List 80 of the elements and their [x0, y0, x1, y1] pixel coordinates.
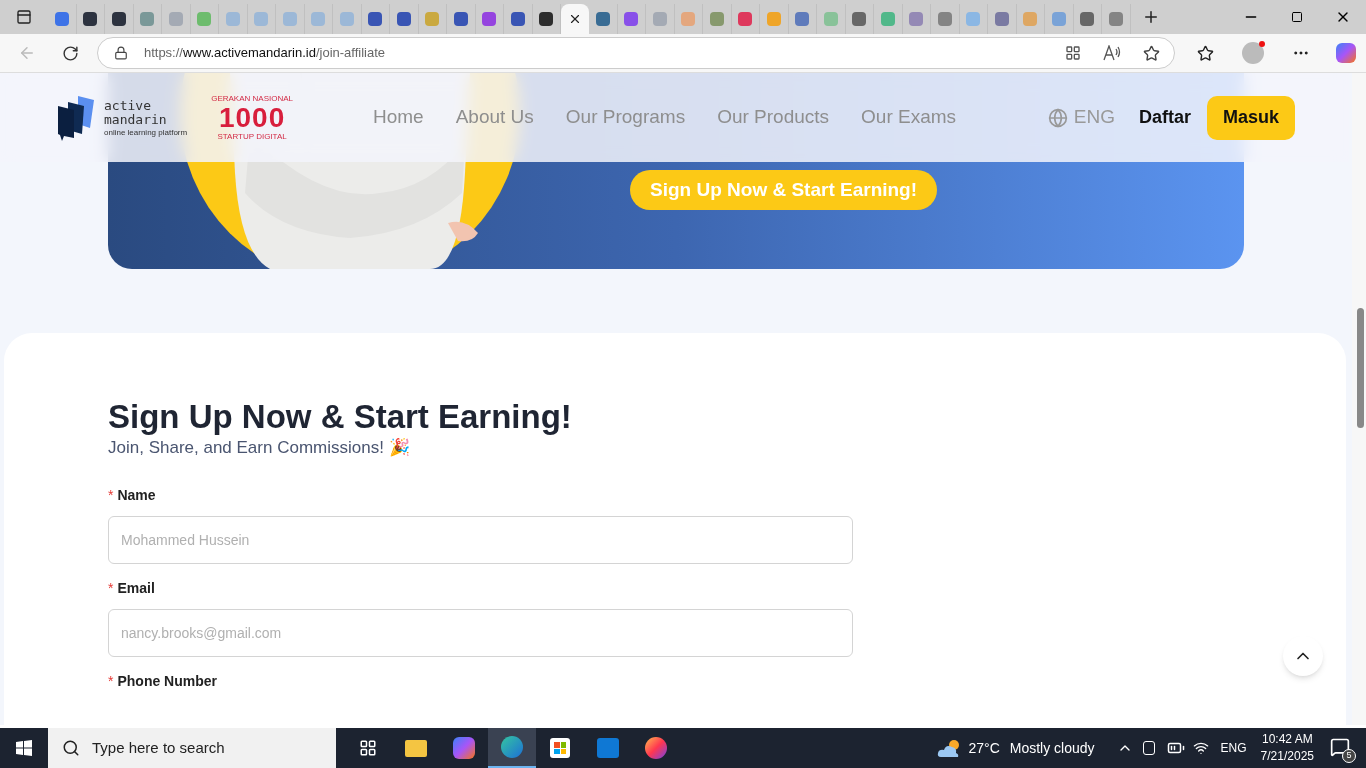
- favicon-icon: [795, 12, 810, 26]
- favicon-icon: [909, 12, 924, 26]
- favicon-icon: [54, 12, 69, 26]
- favicon-icon: [738, 12, 753, 26]
- required-marker: *: [108, 672, 114, 691]
- favicon-icon: [852, 12, 867, 26]
- favicon-icon: [1108, 12, 1123, 26]
- notification-count: 5: [1342, 749, 1356, 763]
- logo-text: active: [104, 98, 152, 113]
- taskbar-search-field[interactable]: Type here to search: [48, 728, 336, 768]
- reload-icon[interactable]: [61, 44, 79, 62]
- favicon-icon: [368, 12, 383, 26]
- favicon-icon: [1051, 12, 1066, 26]
- badge-caption: STARTUP DIGITAL: [217, 132, 287, 141]
- input-language[interactable]: ENG: [1220, 739, 1247, 757]
- apps-icon[interactable]: [1065, 45, 1082, 61]
- lock-icon: [113, 46, 128, 60]
- field-label: Name: [117, 486, 156, 505]
- favicon-icon: [823, 12, 838, 26]
- input-field[interactable]: nancy.brooks@gmail.com: [108, 609, 853, 657]
- favicon-icon: [966, 12, 981, 26]
- required-marker: *: [108, 486, 114, 505]
- logo-icon: [56, 93, 96, 142]
- favicon-icon: [880, 12, 895, 26]
- read-aloud-icon[interactable]: [1103, 45, 1122, 61]
- favicon-icon: [225, 12, 240, 26]
- favicon-icon: [254, 12, 269, 26]
- restore-icon[interactable]: [1291, 11, 1303, 23]
- logo-text: mandarin: [104, 112, 168, 127]
- favicon-icon: [994, 12, 1009, 26]
- form-subtitle: Join, Share, and Earn Commissions! 🎉: [108, 437, 411, 459]
- favicon-icon: [453, 12, 468, 26]
- weather-text: Mostly cloudy: [1009, 738, 1095, 758]
- wifi-icon[interactable]: [1192, 740, 1209, 756]
- favicon-icon: [937, 12, 952, 26]
- favicon-icon: [282, 12, 297, 26]
- favicon-icon: [1080, 12, 1095, 26]
- field-label: Phone Number: [117, 672, 218, 691]
- register-link[interactable]: Daftar: [1138, 104, 1191, 131]
- url-text: https://www.activemandarin.id/join-affiliate: [143, 44, 386, 63]
- tab-actions-icon[interactable]: [16, 9, 32, 25]
- close-icon[interactable]: [568, 12, 582, 26]
- profile-icon[interactable]: [1242, 42, 1265, 64]
- globe-icon[interactable]: [1047, 107, 1068, 128]
- favicon-icon: [595, 12, 610, 26]
- logo-tagline: online learning platform: [104, 128, 188, 137]
- search-icon: [62, 739, 80, 757]
- favicon-icon: [652, 12, 667, 26]
- favicon-icon: [339, 12, 354, 26]
- favicon-icon: [197, 12, 212, 26]
- required-marker: *: [108, 579, 114, 598]
- favicon-icon: [539, 12, 554, 26]
- favicon-icon: [766, 12, 781, 26]
- login-button[interactable]: Masuk: [1206, 95, 1295, 140]
- address-bar[interactable]: https://www.activemandarin.id/join-affiliate: [96, 37, 1176, 69]
- favicon-icon: [396, 12, 411, 26]
- badge-number: 1000: [218, 102, 286, 133]
- favicon-icon: [311, 12, 326, 26]
- weather-temperature: 27°C: [968, 738, 1000, 758]
- favicon-icon: [482, 12, 497, 26]
- favicon-icon: [510, 12, 525, 26]
- favorites-icon[interactable]: [1197, 44, 1215, 62]
- favicon-icon: [425, 12, 440, 26]
- form-title: Sign Up Now & Start Earning!: [108, 397, 573, 437]
- windows-icon[interactable]: [16, 740, 32, 756]
- favicon-icon: [168, 12, 183, 26]
- badge-caption: GERAKAN NASIONAL: [211, 94, 293, 103]
- favicon-icon: [624, 12, 639, 26]
- input-field[interactable]: Mohammed Hussein: [108, 516, 853, 564]
- favicon-icon: [111, 12, 126, 26]
- favicon-icon: [140, 12, 155, 26]
- favicon-icon: [83, 12, 98, 26]
- scrollbar[interactable]: [1352, 73, 1366, 725]
- favicon-icon: [709, 12, 724, 26]
- field-label: Email: [117, 579, 155, 598]
- clock-time[interactable]: 10:42 AM: [1261, 731, 1313, 748]
- favicon-icon: [1023, 12, 1038, 26]
- favicon-icon: [681, 12, 696, 26]
- favorite-icon[interactable]: [1143, 44, 1161, 62]
- clock-date[interactable]: 7/21/2025: [1260, 748, 1314, 765]
